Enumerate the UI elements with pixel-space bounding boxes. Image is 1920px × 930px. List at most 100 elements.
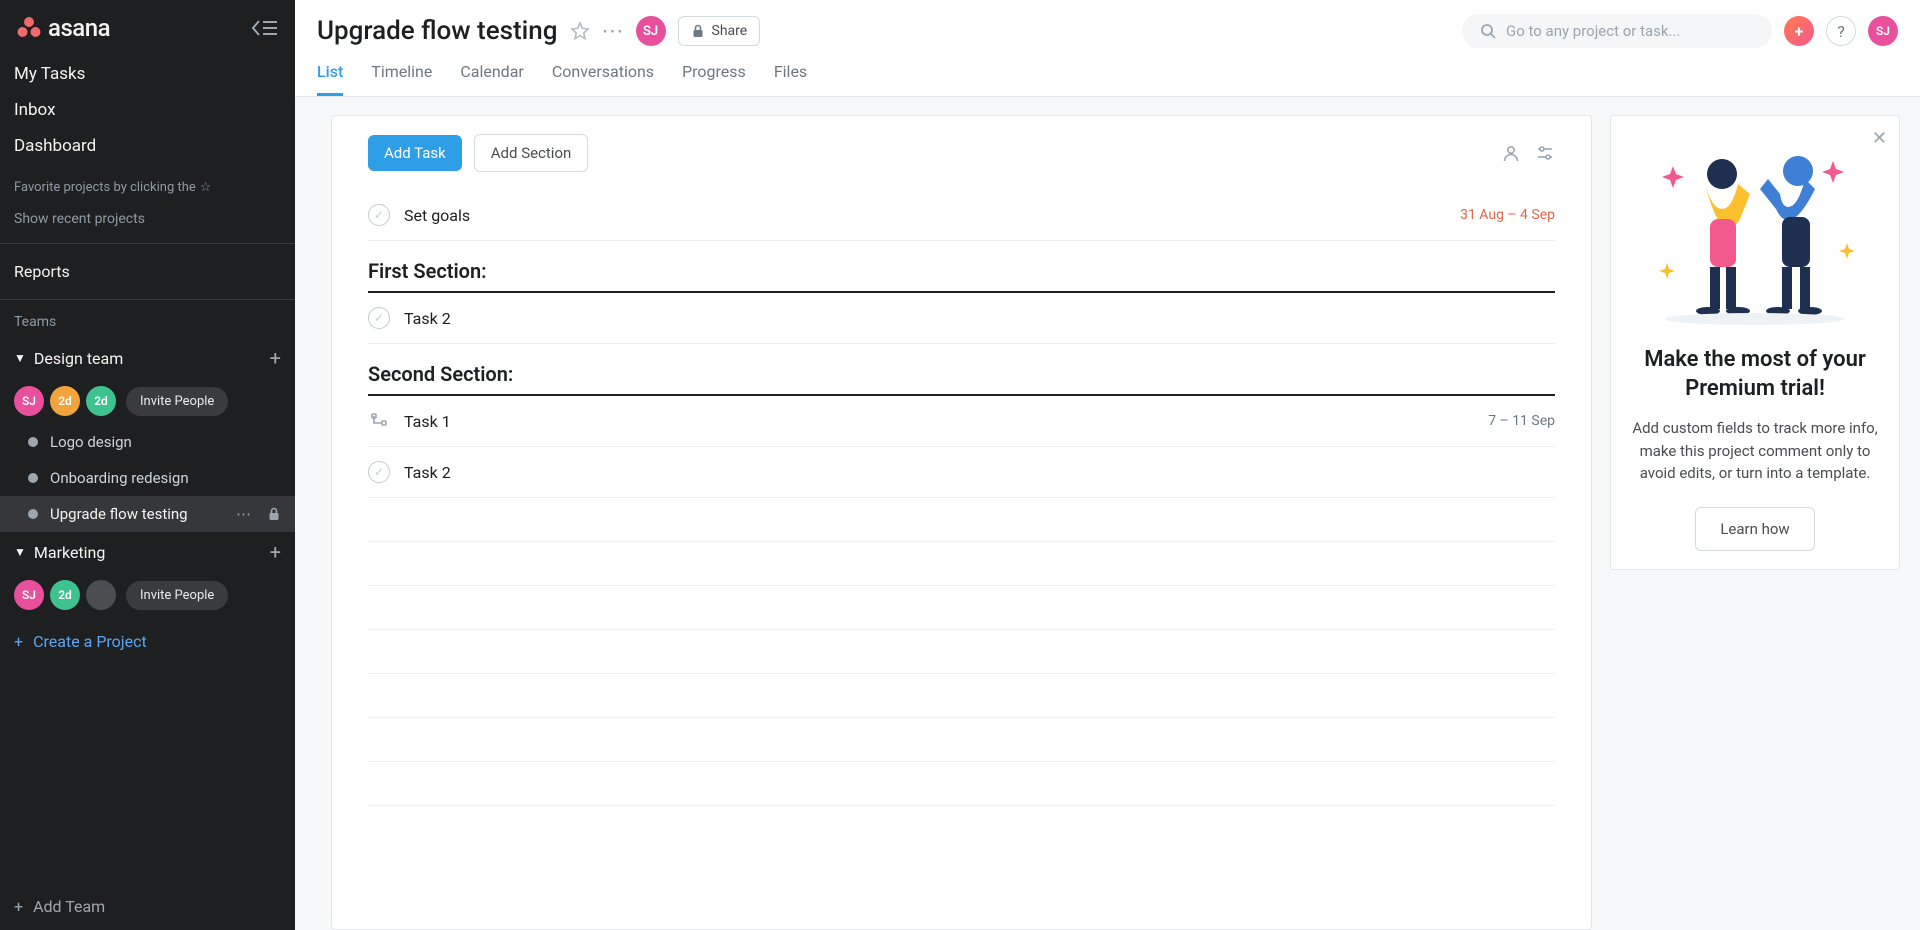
task-name: Set goals <box>404 206 470 225</box>
tab-progress[interactable]: Progress <box>682 62 746 96</box>
close-icon[interactable]: ✕ <box>1872 128 1887 149</box>
tab-calendar[interactable]: Calendar <box>460 62 523 96</box>
assignee-filter-icon[interactable] <box>1501 143 1521 163</box>
task-list: ✓ Set goals 31 Aug – 4 Sep First Section… <box>332 190 1591 929</box>
avatar[interactable] <box>86 580 116 610</box>
task-name: Task 2 <box>404 463 451 482</box>
avatar[interactable]: 2d <box>50 580 80 610</box>
avatar[interactable]: SJ <box>14 386 44 416</box>
empty-task-row[interactable] <box>368 718 1555 762</box>
section-header[interactable]: First Section: <box>368 241 1555 293</box>
star-icon: ☆ <box>200 180 212 195</box>
team-header-design[interactable]: ▼ Design team + <box>0 338 295 378</box>
chevron-down-icon: ▼ <box>14 351 26 365</box>
task-name: Task 1 <box>404 412 451 431</box>
chevron-down-icon: ▼ <box>14 545 26 559</box>
task-date: 31 Aug – 4 Sep <box>1460 207 1555 223</box>
nav-inbox[interactable]: Inbox <box>0 92 295 128</box>
share-label: Share <box>712 23 748 39</box>
favorite-hint: Favorite projects by clicking the ☆ <box>0 174 295 207</box>
logo-icon <box>16 15 42 41</box>
section-header[interactable]: Second Section: <box>368 344 1555 396</box>
empty-task-row[interactable] <box>368 498 1555 542</box>
plus-icon: + <box>14 897 23 916</box>
create-project-label: Create a Project <box>33 632 147 651</box>
logo-text: asana <box>48 14 110 42</box>
tab-files[interactable]: Files <box>774 62 807 96</box>
current-user-avatar[interactable]: SJ <box>1868 16 1898 46</box>
lock-icon <box>691 24 705 38</box>
empty-task-row[interactable] <box>368 542 1555 586</box>
add-task-button[interactable]: Add Task <box>368 135 462 171</box>
nav-reports[interactable]: Reports <box>0 244 295 299</box>
logo[interactable]: asana <box>16 14 110 42</box>
tab-list[interactable]: List <box>317 62 343 96</box>
task-row[interactable]: ✓ Set goals 31 Aug – 4 Sep <box>368 190 1555 241</box>
avatar[interactable]: 2d <box>86 386 116 416</box>
tab-timeline[interactable]: Timeline <box>371 62 432 96</box>
filter-settings-icon[interactable] <box>1535 143 1555 163</box>
promo-cta-button[interactable]: Learn how <box>1695 507 1814 551</box>
task-name: Task 2 <box>404 309 451 328</box>
promo-title: Make the most of your Premium trial! <box>1629 346 1881 403</box>
task-toolbar: Add Task Add Section <box>332 116 1591 190</box>
add-team-label: Add Team <box>33 897 105 916</box>
search-icon <box>1480 23 1496 39</box>
share-button[interactable]: Share <box>678 16 761 46</box>
help-button[interactable]: ? <box>1826 16 1856 46</box>
task-panel: Add Task Add Section ✓ Set goals 31 Aug … <box>331 115 1592 930</box>
project-owner-avatar[interactable]: SJ <box>636 16 666 46</box>
global-add-button[interactable]: + <box>1784 16 1814 46</box>
complete-task-icon[interactable]: ✓ <box>368 461 390 483</box>
team-header-marketing[interactable]: ▼ Marketing + <box>0 532 295 572</box>
plus-icon: + <box>14 632 23 651</box>
add-to-team-icon[interactable]: + <box>270 540 281 564</box>
favorite-hint-text: Favorite projects by clicking the <box>14 180 196 195</box>
empty-task-row[interactable] <box>368 630 1555 674</box>
promo-illustration <box>1629 134 1881 334</box>
project-tabs: List Timeline Calendar Conversations Pro… <box>295 48 1920 97</box>
complete-task-icon[interactable]: ✓ <box>368 204 390 226</box>
tab-conversations[interactable]: Conversations <box>552 62 654 96</box>
add-team-button[interactable]: + Add Team <box>0 883 295 930</box>
project-menu-icon[interactable]: ⋯ <box>602 19 624 44</box>
nav-my-tasks[interactable]: My Tasks <box>0 56 295 92</box>
project-color-dot <box>28 509 38 519</box>
add-section-button[interactable]: Add Section <box>474 134 589 172</box>
page-title: Upgrade flow testing <box>317 16 558 46</box>
topbar: Upgrade flow testing ⋯ SJ Share Go to an… <box>295 0 1920 48</box>
content-wrap: Add Task Add Section ✓ Set goals 31 Aug … <box>295 97 1920 930</box>
task-row[interactable]: ✓ Task 2 <box>368 293 1555 344</box>
premium-promo-card: ✕ <box>1610 115 1900 570</box>
more-icon[interactable]: ⋯ <box>236 505 251 523</box>
invite-people-button[interactable]: Invite People <box>126 387 228 416</box>
avatar[interactable]: 2d <box>50 386 80 416</box>
empty-task-row[interactable] <box>368 586 1555 630</box>
project-item-active[interactable]: Upgrade flow testing ⋯ <box>0 496 295 532</box>
favorite-star-icon[interactable] <box>570 21 590 41</box>
project-name: Upgrade flow testing <box>50 505 188 523</box>
task-row[interactable]: ✓ Task 2 <box>368 447 1555 498</box>
subtask-icon <box>368 410 390 432</box>
complete-task-icon[interactable]: ✓ <box>368 307 390 329</box>
team-name: Design team <box>34 349 123 368</box>
task-row[interactable]: Task 1 7 – 11 Sep <box>368 396 1555 447</box>
promo-body: Add custom fields to track more info, ma… <box>1629 417 1881 485</box>
team-name: Marketing <box>34 543 105 562</box>
team-avatars-design: SJ 2d 2d Invite People <box>0 378 295 424</box>
create-project-button[interactable]: + Create a Project <box>0 618 295 665</box>
nav-dashboard[interactable]: Dashboard <box>0 128 295 164</box>
invite-people-button[interactable]: Invite People <box>126 581 228 610</box>
project-item[interactable]: Logo design <box>0 424 295 460</box>
show-recent-projects[interactable]: Show recent projects <box>0 207 295 243</box>
teams-label: Teams <box>0 300 295 338</box>
avatar[interactable]: SJ <box>14 580 44 610</box>
project-item[interactable]: Onboarding redesign <box>0 460 295 496</box>
sidebar-top: asana <box>0 0 295 56</box>
empty-task-row[interactable] <box>368 674 1555 718</box>
add-to-team-icon[interactable]: + <box>270 346 281 370</box>
global-search[interactable]: Go to any project or task... <box>1462 14 1772 48</box>
collapse-sidebar-icon[interactable] <box>251 17 279 39</box>
task-date: 7 – 11 Sep <box>1488 413 1555 429</box>
empty-task-row[interactable] <box>368 762 1555 806</box>
